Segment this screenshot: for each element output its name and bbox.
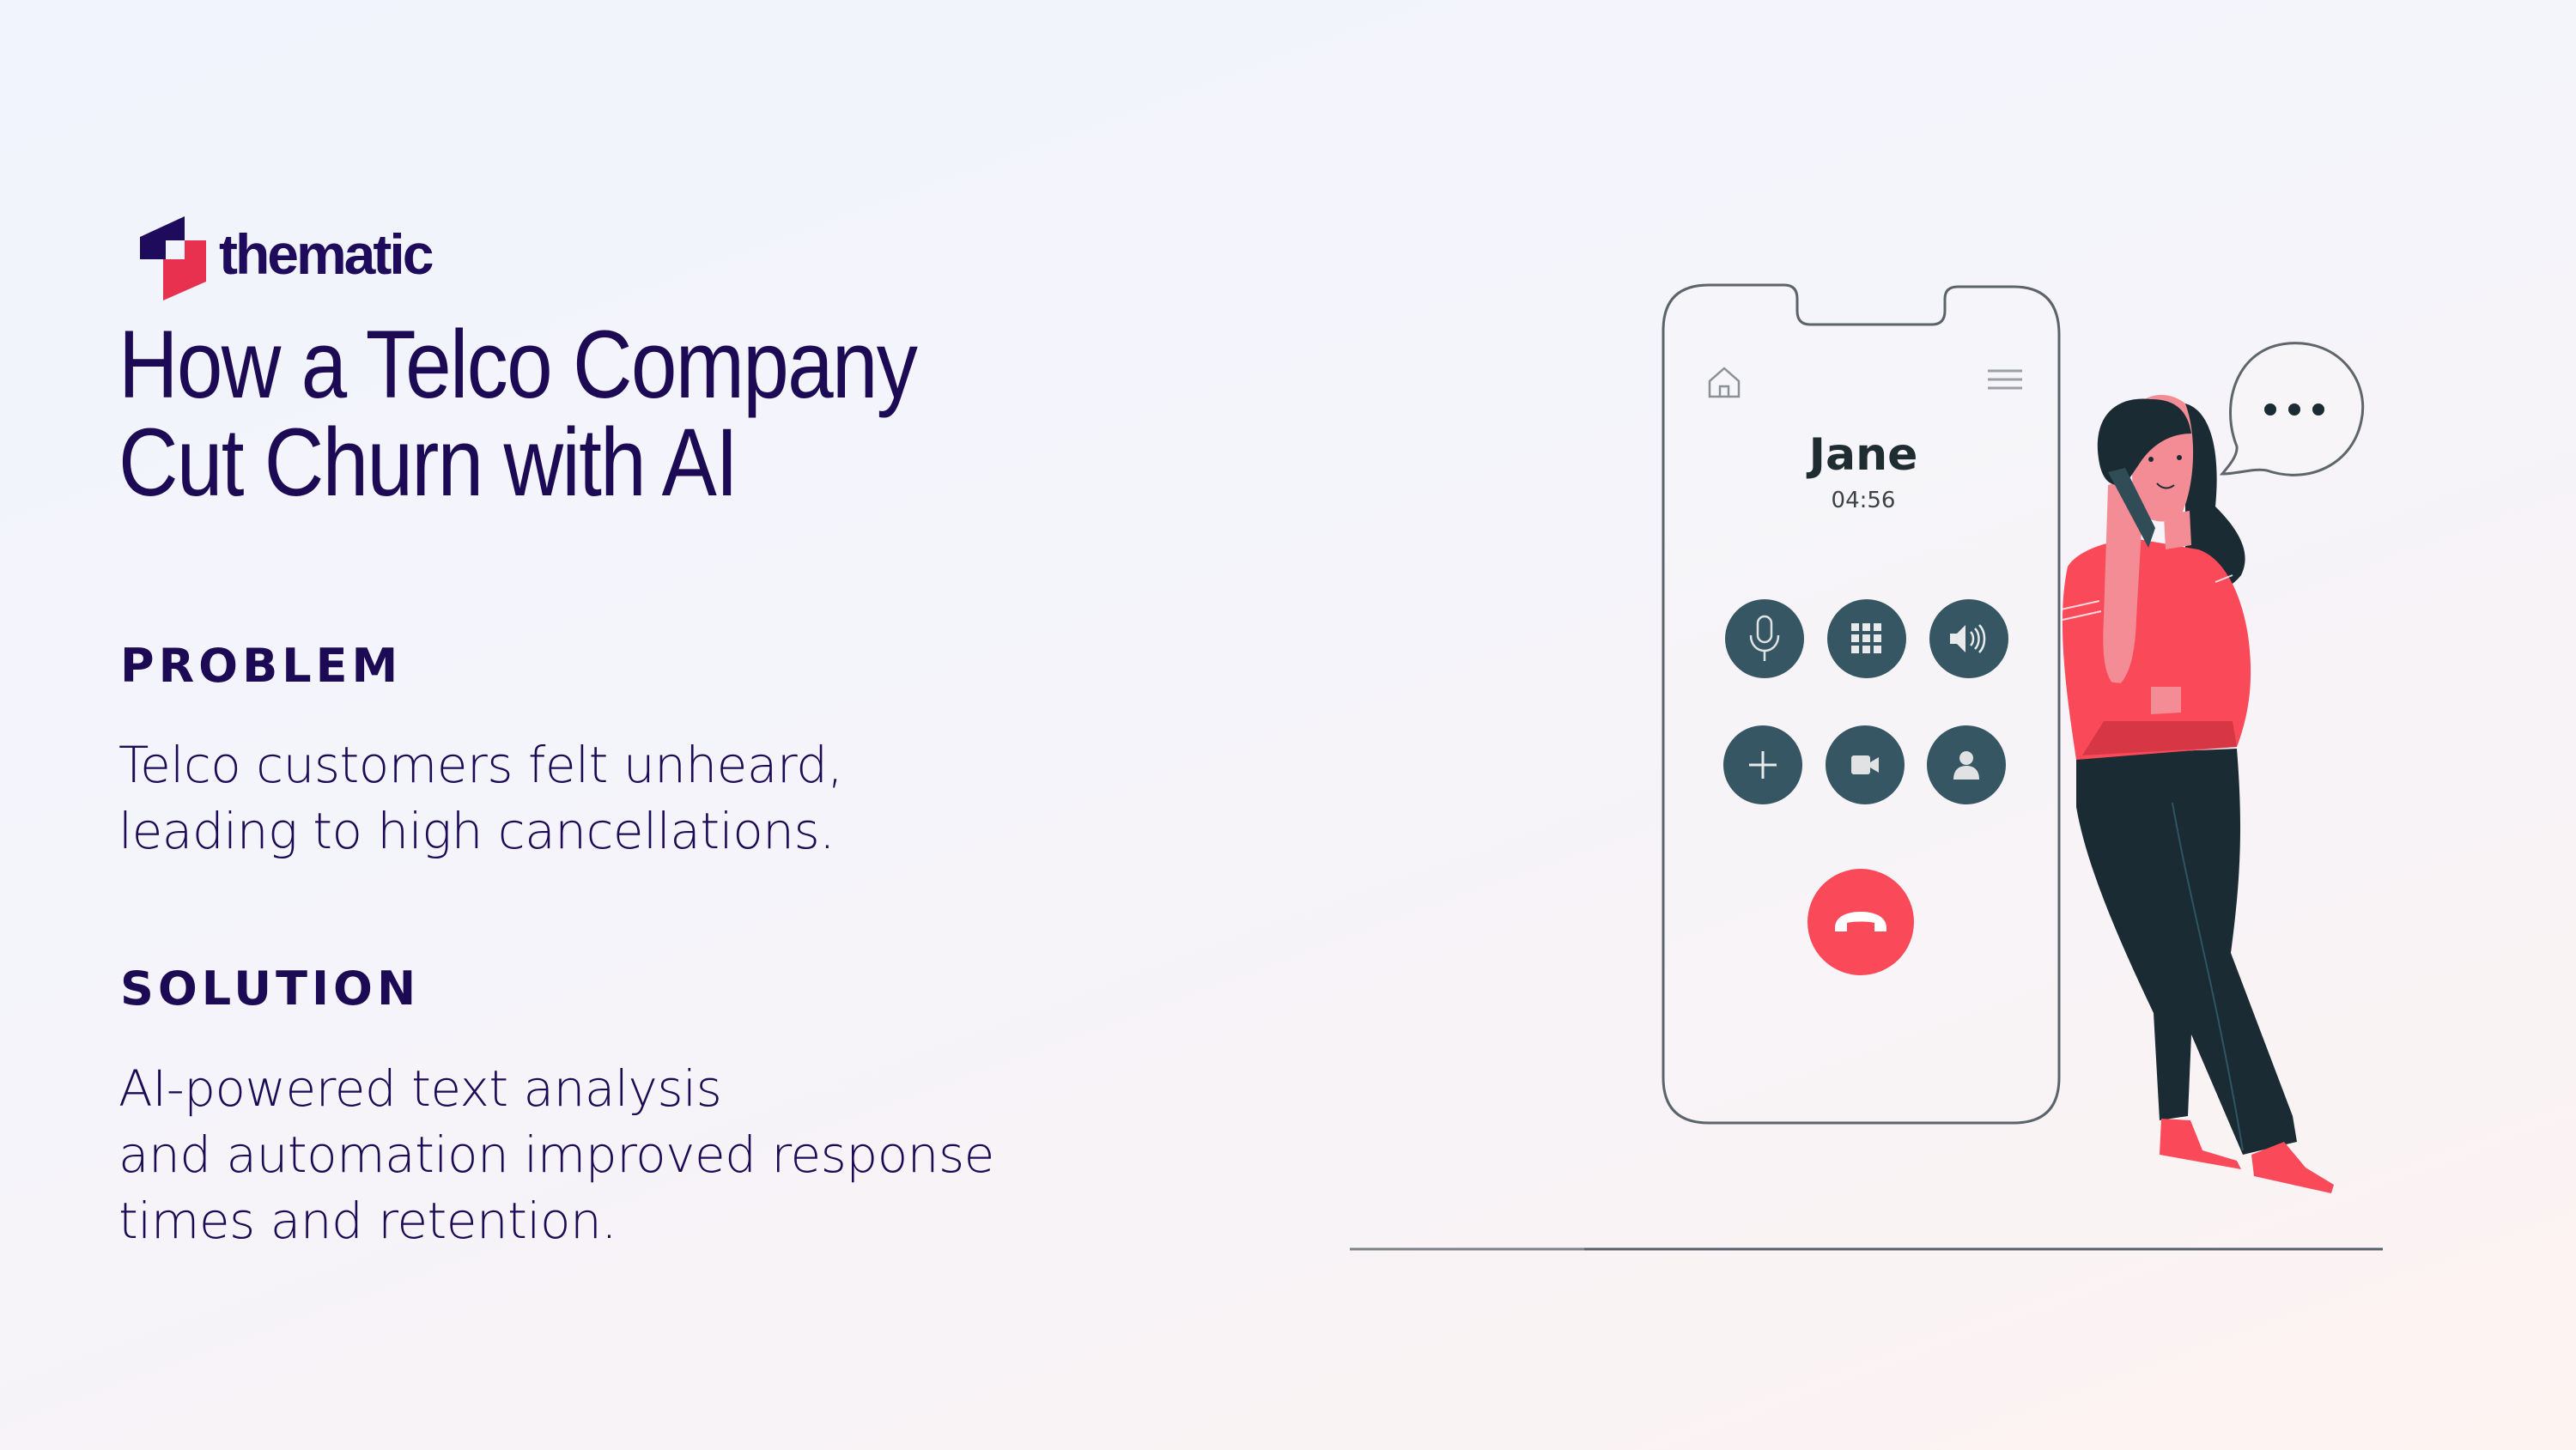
thematic-logo: thematic <box>137 215 464 300</box>
logo-wordmark: thematic <box>219 222 434 286</box>
problem-heading: PROBLEM <box>120 639 403 693</box>
solution-text: AI-powered text analysis and automation … <box>118 1056 994 1254</box>
page-title: How a Telco Company Cut Churn with AI <box>118 316 1005 512</box>
end-call-button[interactable] <box>1807 869 1914 975</box>
title-line-1: How a Telco Company <box>118 311 918 418</box>
menu-icon <box>1988 369 2022 390</box>
call-duration: 04:56 <box>1831 488 1896 513</box>
speaker-button[interactable] <box>1929 599 2008 678</box>
hang-up-icon <box>1835 912 1886 931</box>
thematic-logo-mark-icon <box>140 216 206 300</box>
add-call-icon <box>1749 751 1777 779</box>
mute-button[interactable] <box>1725 599 1804 678</box>
contact-button[interactable] <box>1927 725 2006 804</box>
solution-heading: SOLUTION <box>120 962 421 1016</box>
ellipsis-icon <box>2264 403 2324 416</box>
title-line-2: Cut Churn with AI <box>118 409 738 516</box>
woman-on-phone <box>2060 395 2334 1193</box>
home-icon <box>1708 367 1741 398</box>
contact-icon <box>1953 751 1979 780</box>
keypad-icon <box>1851 623 1881 653</box>
caller-name: Jane <box>1808 429 1918 481</box>
video-button[interactable] <box>1826 725 1905 804</box>
solution-line: AI-powered text analysis <box>118 1059 722 1118</box>
problem-text: Telco customers felt unheard, leading to… <box>118 732 843 865</box>
speaker-icon <box>1950 624 1986 653</box>
speech-bubble <box>2219 342 2365 476</box>
solution-line: times and retention. <box>118 1192 617 1250</box>
solution-line: and automation improved response <box>118 1125 994 1184</box>
problem-line: leading to high cancellations. <box>118 802 835 860</box>
add-call-button[interactable] <box>1723 725 1802 804</box>
problem-line: Telco customers felt unheard, <box>118 736 843 794</box>
video-icon <box>1851 755 1879 774</box>
microphone-icon <box>1749 615 1780 661</box>
keypad-button[interactable] <box>1827 599 1906 678</box>
phone-outline <box>1662 283 2061 1125</box>
